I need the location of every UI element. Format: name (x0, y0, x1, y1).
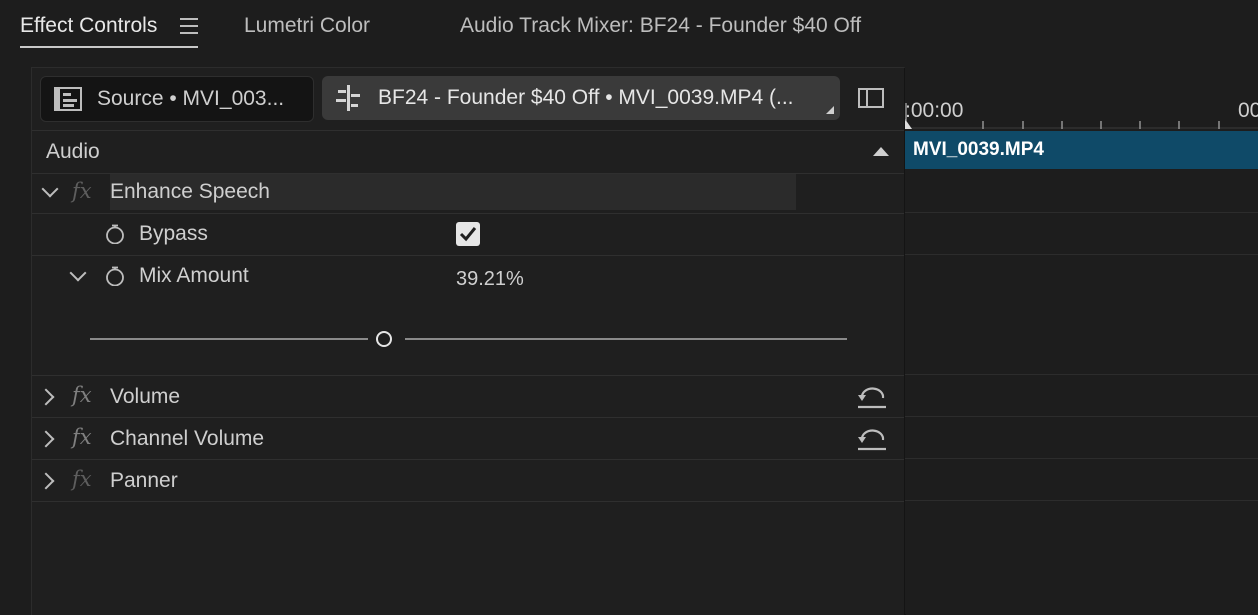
effect-row-panner[interactable]: fx Panner (32, 460, 904, 502)
effect-controls-timeline[interactable]: :00:00 00 MVI_0039.MP4 (905, 67, 1258, 614)
active-tab-indicator (20, 46, 198, 48)
audio-section-header: Audio (32, 130, 904, 174)
timeline-clip[interactable]: MVI_0039.MP4 (905, 131, 1258, 169)
toggle-timeline-view-icon[interactable] (858, 88, 884, 108)
chevron-right-icon[interactable] (37, 388, 55, 406)
sequence-clip-label: BF24 - Founder $40 Off • MVI_0039.MP4 (.… (378, 86, 794, 109)
tab-audio-track-mixer[interactable]: Audio Track Mixer: BF24 - Founder $40 Of… (460, 14, 861, 38)
collapse-up-icon[interactable] (872, 145, 890, 157)
source-clip-label: Source • MVI_003... (97, 87, 285, 110)
effect-name: Enhance Speech (110, 180, 270, 203)
chevron-right-icon[interactable] (37, 430, 55, 448)
param-name: Mix Amount (139, 264, 249, 287)
dropdown-corner-icon (826, 106, 834, 114)
sequence-clip-selector[interactable]: BF24 - Founder $40 Off • MVI_0039.MP4 (.… (322, 76, 840, 120)
chevron-down-icon[interactable] (69, 264, 87, 282)
reset-parameter-icon[interactable] (856, 384, 888, 410)
fx-icon[interactable]: fx (72, 425, 92, 449)
fx-icon[interactable]: fx (72, 383, 92, 407)
source-clip-icon (54, 87, 82, 111)
effect-name: Panner (110, 469, 178, 492)
stopwatch-icon[interactable] (105, 224, 125, 244)
panel-tab-bar: Effect Controls Lumetri Color Audio Trac… (0, 0, 1258, 58)
timeline-row-divider (905, 500, 1258, 501)
reset-parameter-icon[interactable] (856, 426, 888, 452)
section-title: Audio (46, 140, 100, 163)
param-row-bypass: Bypass (32, 214, 904, 256)
ruler-ticks (905, 103, 1258, 129)
clip-name: MVI_0039.MP4 (913, 139, 1044, 160)
panel-menu-icon[interactable] (180, 18, 198, 34)
param-row-mix-amount: Mix Amount 39.21% (32, 256, 904, 376)
effect-name: Channel Volume (110, 427, 265, 450)
slider-track-right[interactable] (405, 338, 847, 340)
effect-controls-panel: Source • MVI_003... BF24 - Founder $40 O… (31, 67, 906, 615)
timeline-row-divider (905, 374, 1258, 375)
time-ruler[interactable]: :00:00 00 (905, 67, 1258, 129)
effect-name: Volume (110, 385, 181, 408)
timeline-row-divider (905, 458, 1258, 459)
mix-amount-value[interactable]: 39.21% (456, 268, 524, 291)
chevron-right-icon[interactable] (37, 472, 55, 490)
effect-row-channel-volume[interactable]: fx Channel Volume (32, 418, 904, 460)
slider-track-left[interactable] (90, 338, 368, 340)
bypass-checkbox[interactable] (456, 222, 480, 246)
effect-row-enhance-speech[interactable]: fx Enhance Speech (32, 172, 904, 214)
stopwatch-icon[interactable] (105, 266, 125, 286)
effect-row-volume[interactable]: fx Volume (32, 376, 904, 418)
timeline-row-divider (905, 212, 1258, 213)
tab-lumetri-color[interactable]: Lumetri Color (244, 14, 370, 38)
chevron-down-icon[interactable] (41, 180, 59, 198)
source-clip-selector[interactable]: Source • MVI_003... (40, 76, 314, 122)
param-name: Bypass (139, 222, 208, 245)
fx-icon[interactable]: fx (72, 467, 92, 491)
fx-icon: fx (72, 179, 92, 203)
sequence-icon (336, 85, 360, 111)
tab-effect-controls[interactable]: Effect Controls (20, 14, 157, 38)
timeline-row-divider (905, 416, 1258, 417)
slider-handle[interactable] (376, 331, 392, 347)
timeline-row-divider (905, 254, 1258, 255)
